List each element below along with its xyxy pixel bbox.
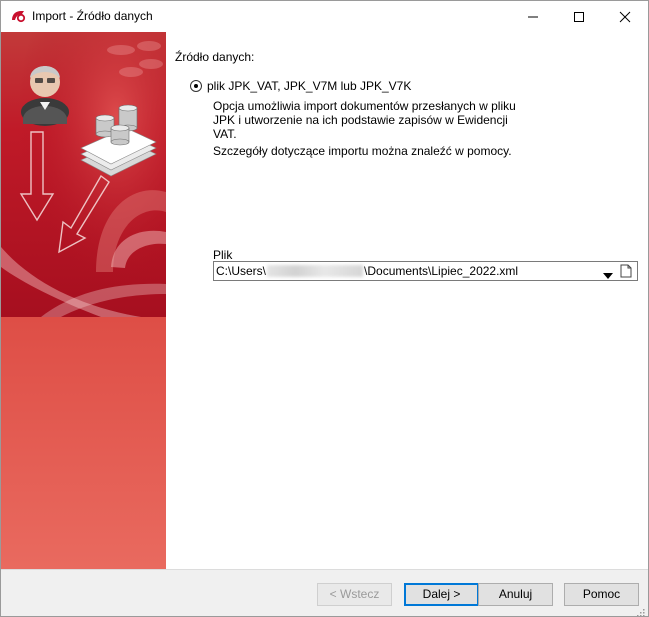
file-path-combobox[interactable]: C:\Users\ \Documents\Lipiec_2022.xml	[213, 261, 638, 281]
app-logo-icon	[10, 9, 26, 23]
content-panel: Źródło danych: plik JPK_VAT, JPK_V7M lub…	[166, 32, 648, 569]
import-illustration	[1, 32, 166, 569]
dropdown-arrow-icon[interactable]	[603, 268, 613, 282]
browse-file-icon[interactable]	[620, 264, 634, 279]
jpk-option-label[interactable]: plik JPK_VAT, JPK_V7M lub JPK_V7K	[207, 79, 411, 93]
help-button[interactable]: Pomoc	[564, 583, 639, 606]
minimize-icon	[528, 16, 538, 18]
resize-grip-icon[interactable]	[637, 606, 645, 617]
window-title: Import - Źródło danych	[32, 9, 153, 23]
wizard-side-banner	[1, 32, 166, 569]
help-note: Szczegóły dotyczące importu można znaleź…	[213, 144, 512, 158]
file-path-suffix: \Documents\Lipiec_2022.xml	[364, 264, 519, 278]
radio-selected-icon[interactable]	[190, 80, 202, 92]
file-label: Plik	[213, 248, 233, 262]
data-source-label: Źródło danych:	[175, 50, 255, 64]
maximize-button[interactable]	[556, 1, 602, 32]
import-dialog: Import - Źródło danych Źródło danych: pl…	[0, 0, 649, 617]
next-button[interactable]: Dalej >	[404, 583, 479, 606]
button-bar: < Wstecz Dalej > Anuluj Pomoc	[1, 569, 648, 617]
close-button[interactable]	[602, 1, 648, 32]
redacted-username	[267, 265, 364, 277]
file-path-value[interactable]: C:\Users\ \Documents\Lipiec_2022.xml	[216, 264, 518, 278]
cancel-button[interactable]: Anuluj	[478, 583, 553, 606]
title-bar[interactable]: Import - Źródło danych	[1, 1, 648, 32]
minimize-button[interactable]	[510, 1, 556, 32]
option-description: Opcja umożliwia import dokumentów przesł…	[213, 99, 516, 141]
close-icon	[619, 11, 631, 23]
maximize-icon	[574, 12, 584, 22]
file-path-prefix: C:\Users\	[216, 264, 267, 278]
back-button[interactable]: < Wstecz	[317, 583, 392, 606]
